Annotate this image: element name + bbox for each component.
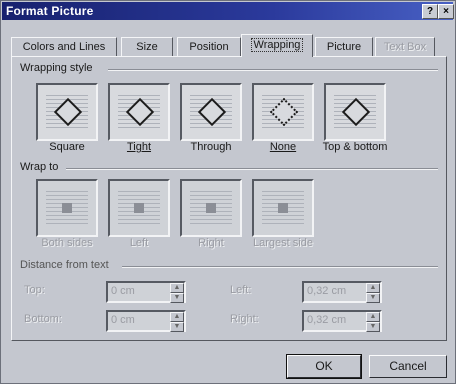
- wrap-tight-label: Tight: [126, 141, 152, 153]
- wrapping-panel: Wrapping style Square Tight Through None…: [11, 56, 447, 341]
- tab-colors-and-lines[interactable]: Colors and Lines: [11, 37, 117, 56]
- right-distance-spinner: 0,32 cm ▲ ▼: [302, 310, 382, 332]
- spin-up-icon: ▲: [366, 312, 380, 322]
- wrap-both-sides-label: Both sides: [41, 237, 93, 249]
- wrap-right-option: Right: [180, 179, 242, 249]
- spin-up-icon: ▲: [366, 283, 380, 293]
- wrap-largest-side-label: Largest side: [253, 237, 313, 249]
- wrap-right-label: Right: [198, 237, 224, 249]
- wrap-square-label: Square: [49, 141, 85, 153]
- ok-button[interactable]: OK: [286, 354, 362, 379]
- left-distance-value: 0,32 cm: [307, 285, 347, 297]
- right-label: Right:: [230, 313, 259, 325]
- wrap-tight-option[interactable]: Tight: [108, 83, 170, 153]
- top-distance-value: 0 cm: [111, 285, 135, 297]
- bottom-label: Bottom:: [24, 313, 62, 325]
- spin-down-icon: ▼: [366, 293, 380, 303]
- spin-down-icon: ▼: [366, 322, 380, 332]
- wrap-square-option[interactable]: Square: [36, 83, 98, 153]
- right-distance-value: 0,32 cm: [307, 314, 347, 326]
- right-side-icon: [206, 203, 216, 213]
- tab-text-box: Text Box: [375, 37, 435, 56]
- divider: [122, 266, 438, 268]
- wrap-largest-side-option: Largest side: [252, 179, 314, 249]
- title-bar: Format Picture ? ×: [2, 2, 454, 20]
- wrap-to-heading: Wrap to: [20, 161, 59, 173]
- wrap-through-option[interactable]: Through: [180, 83, 242, 153]
- top-distance-spinner: 0 cm ▲ ▼: [106, 281, 186, 303]
- tab-size[interactable]: Size: [121, 37, 173, 56]
- wrap-both-sides-option: Both sides: [36, 179, 98, 249]
- cancel-button[interactable]: Cancel: [369, 355, 447, 378]
- wrap-top-bottom-label: Top & bottom: [322, 141, 388, 153]
- tab-wrapping[interactable]: Wrapping: [241, 34, 313, 57]
- both-sides-icon: [62, 203, 72, 213]
- wrapping-style-heading: Wrapping style: [20, 62, 93, 74]
- largest-side-icon: [278, 203, 288, 213]
- distance-from-text-heading: Distance from text: [20, 259, 109, 271]
- close-button[interactable]: ×: [438, 4, 454, 19]
- top-label: Top:: [24, 284, 45, 296]
- spin-down-icon: ▼: [170, 322, 184, 332]
- wrap-left-label: Left: [129, 237, 149, 249]
- tab-strip: Colors and Lines Size Position Wrapping …: [11, 27, 451, 57]
- divider: [108, 69, 438, 71]
- wrap-through-label: Through: [190, 141, 232, 153]
- spin-up-icon: ▲: [170, 312, 184, 322]
- left-side-icon: [134, 203, 144, 213]
- wrap-none-option[interactable]: None: [252, 83, 314, 153]
- divider: [66, 168, 438, 170]
- help-button[interactable]: ?: [422, 4, 438, 19]
- left-distance-spinner: 0,32 cm ▲ ▼: [302, 281, 382, 303]
- spin-up-icon: ▲: [170, 283, 184, 293]
- bottom-distance-spinner: 0 cm ▲ ▼: [106, 310, 186, 332]
- bottom-distance-value: 0 cm: [111, 314, 135, 326]
- window-title: Format Picture: [6, 4, 94, 18]
- format-picture-dialog: Format Picture ? × Colors and Lines Size…: [0, 0, 456, 384]
- left-label: Left:: [230, 284, 252, 296]
- wrap-none-label: None: [269, 141, 297, 153]
- wrap-left-option: Left: [108, 179, 170, 249]
- spin-down-icon: ▼: [170, 293, 184, 303]
- tab-picture[interactable]: Picture: [315, 37, 373, 56]
- tab-position[interactable]: Position: [177, 37, 241, 56]
- wrap-top-bottom-option[interactable]: Top & bottom: [323, 83, 387, 153]
